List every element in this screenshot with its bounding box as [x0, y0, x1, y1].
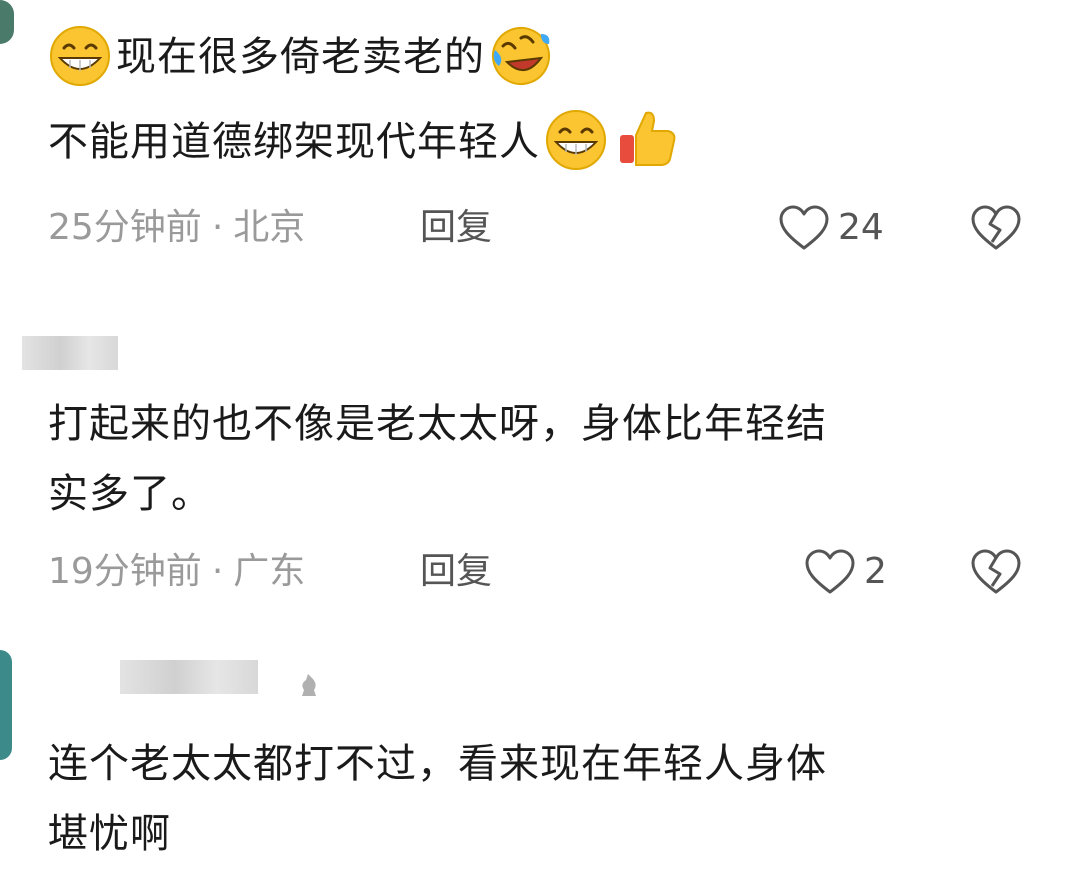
- like-button[interactable]: 24: [778, 204, 884, 252]
- dislike-button[interactable]: [970, 548, 1022, 600]
- comment-text: 不能用道德绑架现代年轻人: [48, 119, 540, 165]
- heart-icon: [805, 549, 855, 594]
- comment-text: 堪忧啊: [48, 811, 171, 857]
- comment-meta: 25分钟前 · 北京: [48, 204, 305, 252]
- broken-heart-icon: [971, 205, 1021, 250]
- author-badge-icon: [302, 674, 316, 696]
- comment-meta: 19分钟前 · 广东: [48, 548, 305, 596]
- avatar[interactable]: [0, 650, 12, 760]
- comment-time: 25分钟前: [48, 207, 202, 248]
- meta-separator: ·: [211, 207, 224, 248]
- comment-time: 19分钟前: [48, 551, 202, 592]
- comment-location: 北京: [233, 207, 306, 248]
- reply-button[interactable]: 回复: [420, 548, 492, 596]
- comment-text: 实多了。: [48, 471, 212, 517]
- username-redacted: [120, 660, 258, 694]
- like-count: 2: [864, 551, 887, 592]
- grin-emoji: [50, 26, 110, 86]
- comment-text-line: 不能用道德绑架现代年轻人: [48, 110, 678, 172]
- heart-icon: [779, 205, 829, 250]
- comment-text: 现在很多倚老卖老的: [116, 34, 485, 80]
- like-count: 24: [838, 207, 884, 248]
- comment-text-line: 实多了。: [48, 470, 212, 518]
- thumbs-up-emoji: [620, 111, 676, 166]
- comment-location: 广东: [233, 551, 306, 592]
- comment-text: 打起来的也不像是老太太呀，身体比年轻结: [48, 401, 827, 447]
- like-button[interactable]: 2: [804, 548, 887, 596]
- broken-heart-icon: [971, 549, 1021, 594]
- laughing-crying-emoji: [492, 27, 550, 85]
- reply-button[interactable]: 回复: [420, 204, 492, 252]
- comment-text-line: 打起来的也不像是老太太呀，身体比年轻结: [48, 400, 827, 448]
- username-redacted: [22, 336, 118, 370]
- comment-text-line: 连个老太太都打不过，看来现在年轻人身体: [48, 740, 827, 788]
- comment-text: 连个老太太都打不过，看来现在年轻人身体: [48, 741, 827, 787]
- comment-text-line: 现在很多倚老卖老的: [48, 26, 553, 88]
- comment-text-line: 堪忧啊: [48, 810, 171, 858]
- meta-separator: ·: [211, 551, 224, 592]
- grin-emoji: [546, 110, 606, 170]
- avatar[interactable]: [0, 0, 14, 44]
- dislike-button[interactable]: [970, 204, 1022, 256]
